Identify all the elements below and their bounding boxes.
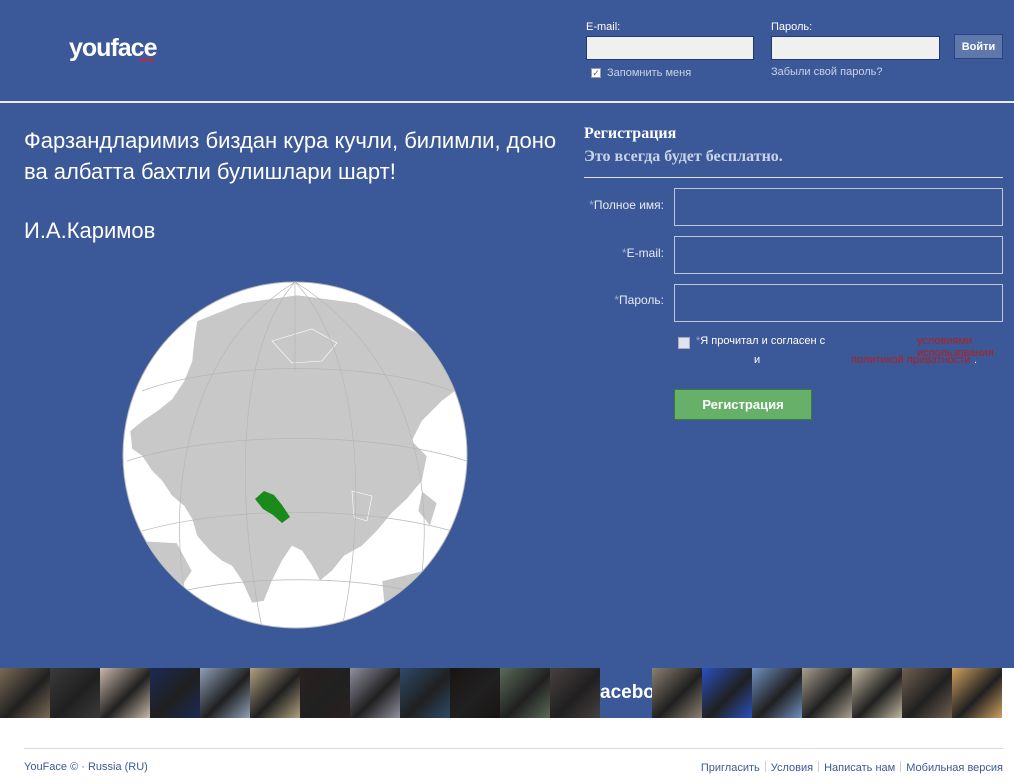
quote-text: Фарзандларимиз биздан кура кучли, билимл… [24,128,557,184]
agree-and-text: и [754,354,761,366]
user-photo-thumbnail[interactable] [400,668,450,718]
user-photo-thumbnail[interactable] [702,668,752,718]
user-photo-thumbnail[interactable] [852,668,902,718]
register-button[interactable]: Регистрация [674,389,812,420]
footer-link-mobile[interactable]: Мобильная версия [906,762,1003,774]
user-photo-thumbnail[interactable] [550,668,600,718]
registration-divider [584,177,1003,178]
copyright-text: YouFace © · Russia (RU) [24,761,148,773]
user-photo-thumbnail[interactable] [50,668,100,718]
reg-email-label: *E-mail: [621,246,664,260]
fullname-input[interactable] [674,188,1003,226]
photo-strip: aceboo [0,668,1014,718]
user-photo-thumbnail[interactable] [200,668,250,718]
user-photo-thumbnail[interactable] [150,668,200,718]
agree-text-line1: *Я прочитал и согласен с [696,335,826,347]
user-photo-thumbnail[interactable] [450,668,500,718]
user-photo-thumbnail[interactable] [0,668,50,718]
forgot-password-link[interactable]: Забыли свой пароль? [771,66,882,78]
login-password-label: Пароль: [771,21,813,33]
privacy-link[interactable]: политикой приватности [851,354,971,366]
user-photo-thumbnail[interactable] [250,668,300,718]
strip-banner: aceboo [600,668,652,718]
footer-divider [24,748,1003,749]
footer-link-terms[interactable]: Условия [771,762,813,774]
quote-author: И.А.Каримов [24,218,156,243]
login-email-label: E-mail: [586,21,621,33]
user-photo-thumbnail[interactable] [752,668,802,718]
page: youface beta E-mail: Пароль: Войти ✓ Зап… [0,0,1014,783]
user-photo-thumbnail[interactable] [350,668,400,718]
registration-subtitle: Это всегда будет бесплатно. [584,148,783,165]
user-photo-thumbnail[interactable] [902,668,952,718]
footer-link-contact[interactable]: Написать нам [824,762,895,774]
agree-terms-checkbox[interactable] [678,337,690,349]
header-bar: youface beta E-mail: Пароль: Войти ✓ Зап… [0,0,1014,101]
user-photo-thumbnail[interactable] [100,668,150,718]
logo-beta-badge: beta [140,57,154,64]
login-email-input[interactable] [586,36,754,60]
login-button[interactable]: Войти [954,34,1003,59]
user-photo-thumbnail[interactable] [300,668,350,718]
login-password-input[interactable] [771,36,940,60]
user-photo-thumbnail[interactable] [500,668,550,718]
fullname-label: *Полное имя: [589,198,664,212]
reg-password-input[interactable] [674,284,1003,322]
remember-me-checkbox[interactable]: ✓ [591,68,601,78]
remember-me-label: Запомнить меня [607,67,692,79]
footer-links: Пригласить Условия Написать нам Мобильная в… [701,761,1003,774]
user-photo-thumbnail[interactable] [652,668,702,718]
registration-title: Регистрация [584,125,677,142]
reg-password-label: *Пароль: [614,293,664,307]
agree-end-text: . [974,354,978,366]
footer-link-invite[interactable]: Пригласить [701,762,760,774]
globe-map-icon [122,281,468,629]
reg-email-input[interactable] [674,236,1003,274]
user-photo-thumbnail[interactable] [952,668,1002,718]
user-photo-thumbnail[interactable] [802,668,852,718]
